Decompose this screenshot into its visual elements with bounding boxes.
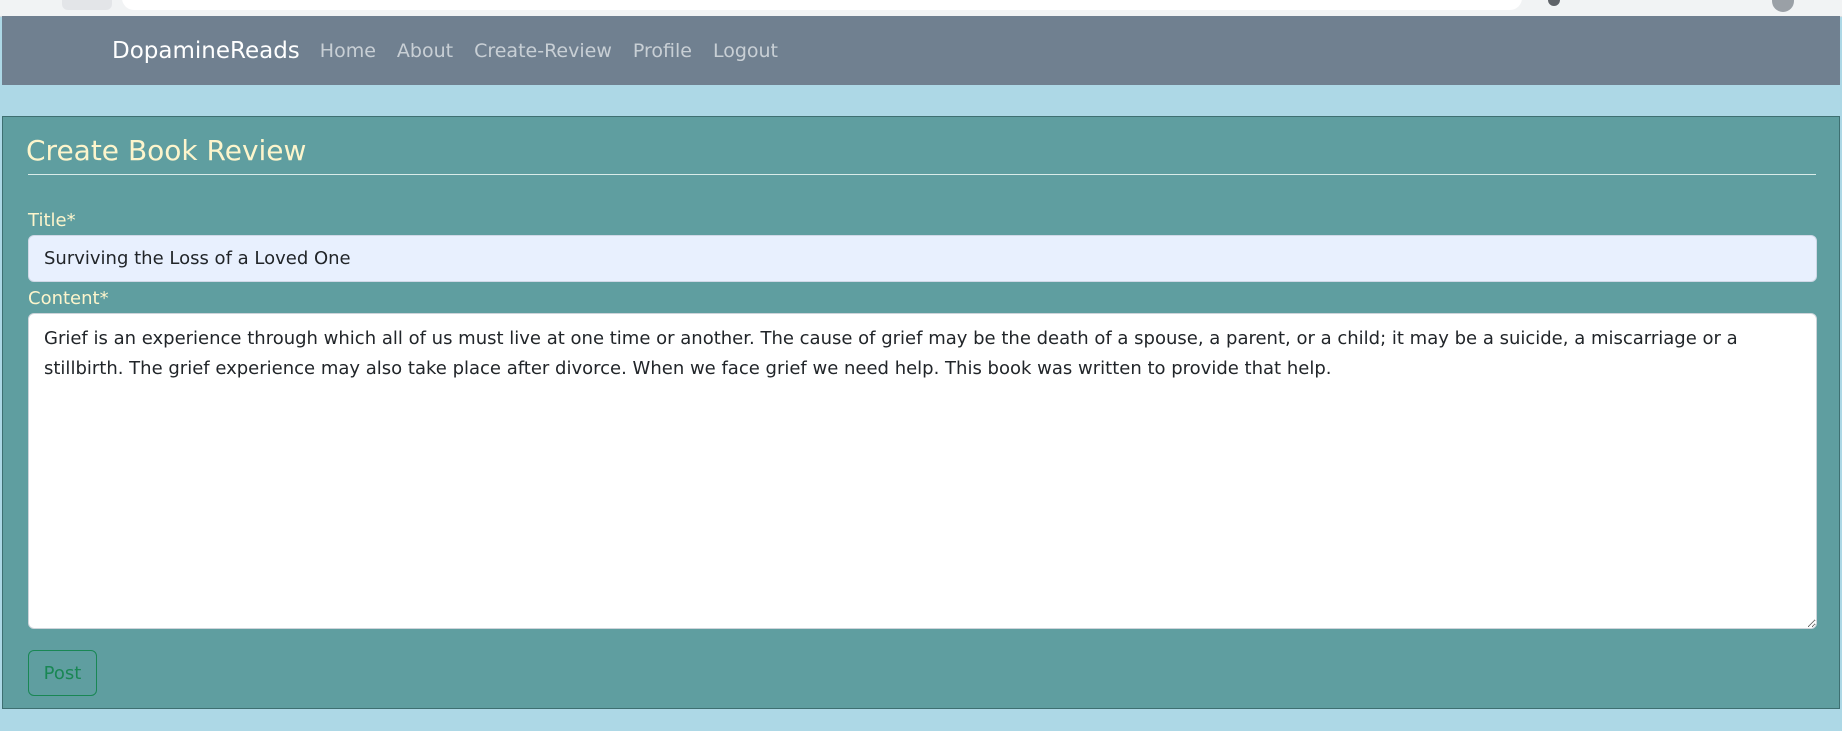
- nav-link-logout[interactable]: Logout: [713, 40, 778, 62]
- address-bar[interactable]: [122, 0, 1522, 10]
- title-label: Title*: [28, 210, 76, 231]
- brand-link[interactable]: DopamineReads: [112, 38, 300, 64]
- profile-avatar-icon[interactable]: [1772, 0, 1794, 12]
- content-label: Content*: [28, 288, 109, 309]
- navbar: DopamineReads Home About Create-Review P…: [2, 16, 1840, 85]
- content-textarea[interactable]: Grief is an experience through which all…: [28, 313, 1817, 629]
- title-divider: [28, 174, 1816, 175]
- nav-link-home[interactable]: Home: [320, 40, 376, 62]
- post-button[interactable]: Post: [28, 650, 97, 696]
- browser-star-icon[interactable]: [1548, 0, 1560, 6]
- browser-toolbar: [0, 0, 1842, 17]
- page-title: Create Book Review: [26, 134, 307, 167]
- nav-link-create-review[interactable]: Create-Review: [474, 40, 612, 62]
- nav-link-profile[interactable]: Profile: [633, 40, 692, 62]
- browser-tab-button[interactable]: [62, 0, 112, 10]
- nav-link-about[interactable]: About: [397, 40, 453, 62]
- title-input[interactable]: [28, 235, 1817, 282]
